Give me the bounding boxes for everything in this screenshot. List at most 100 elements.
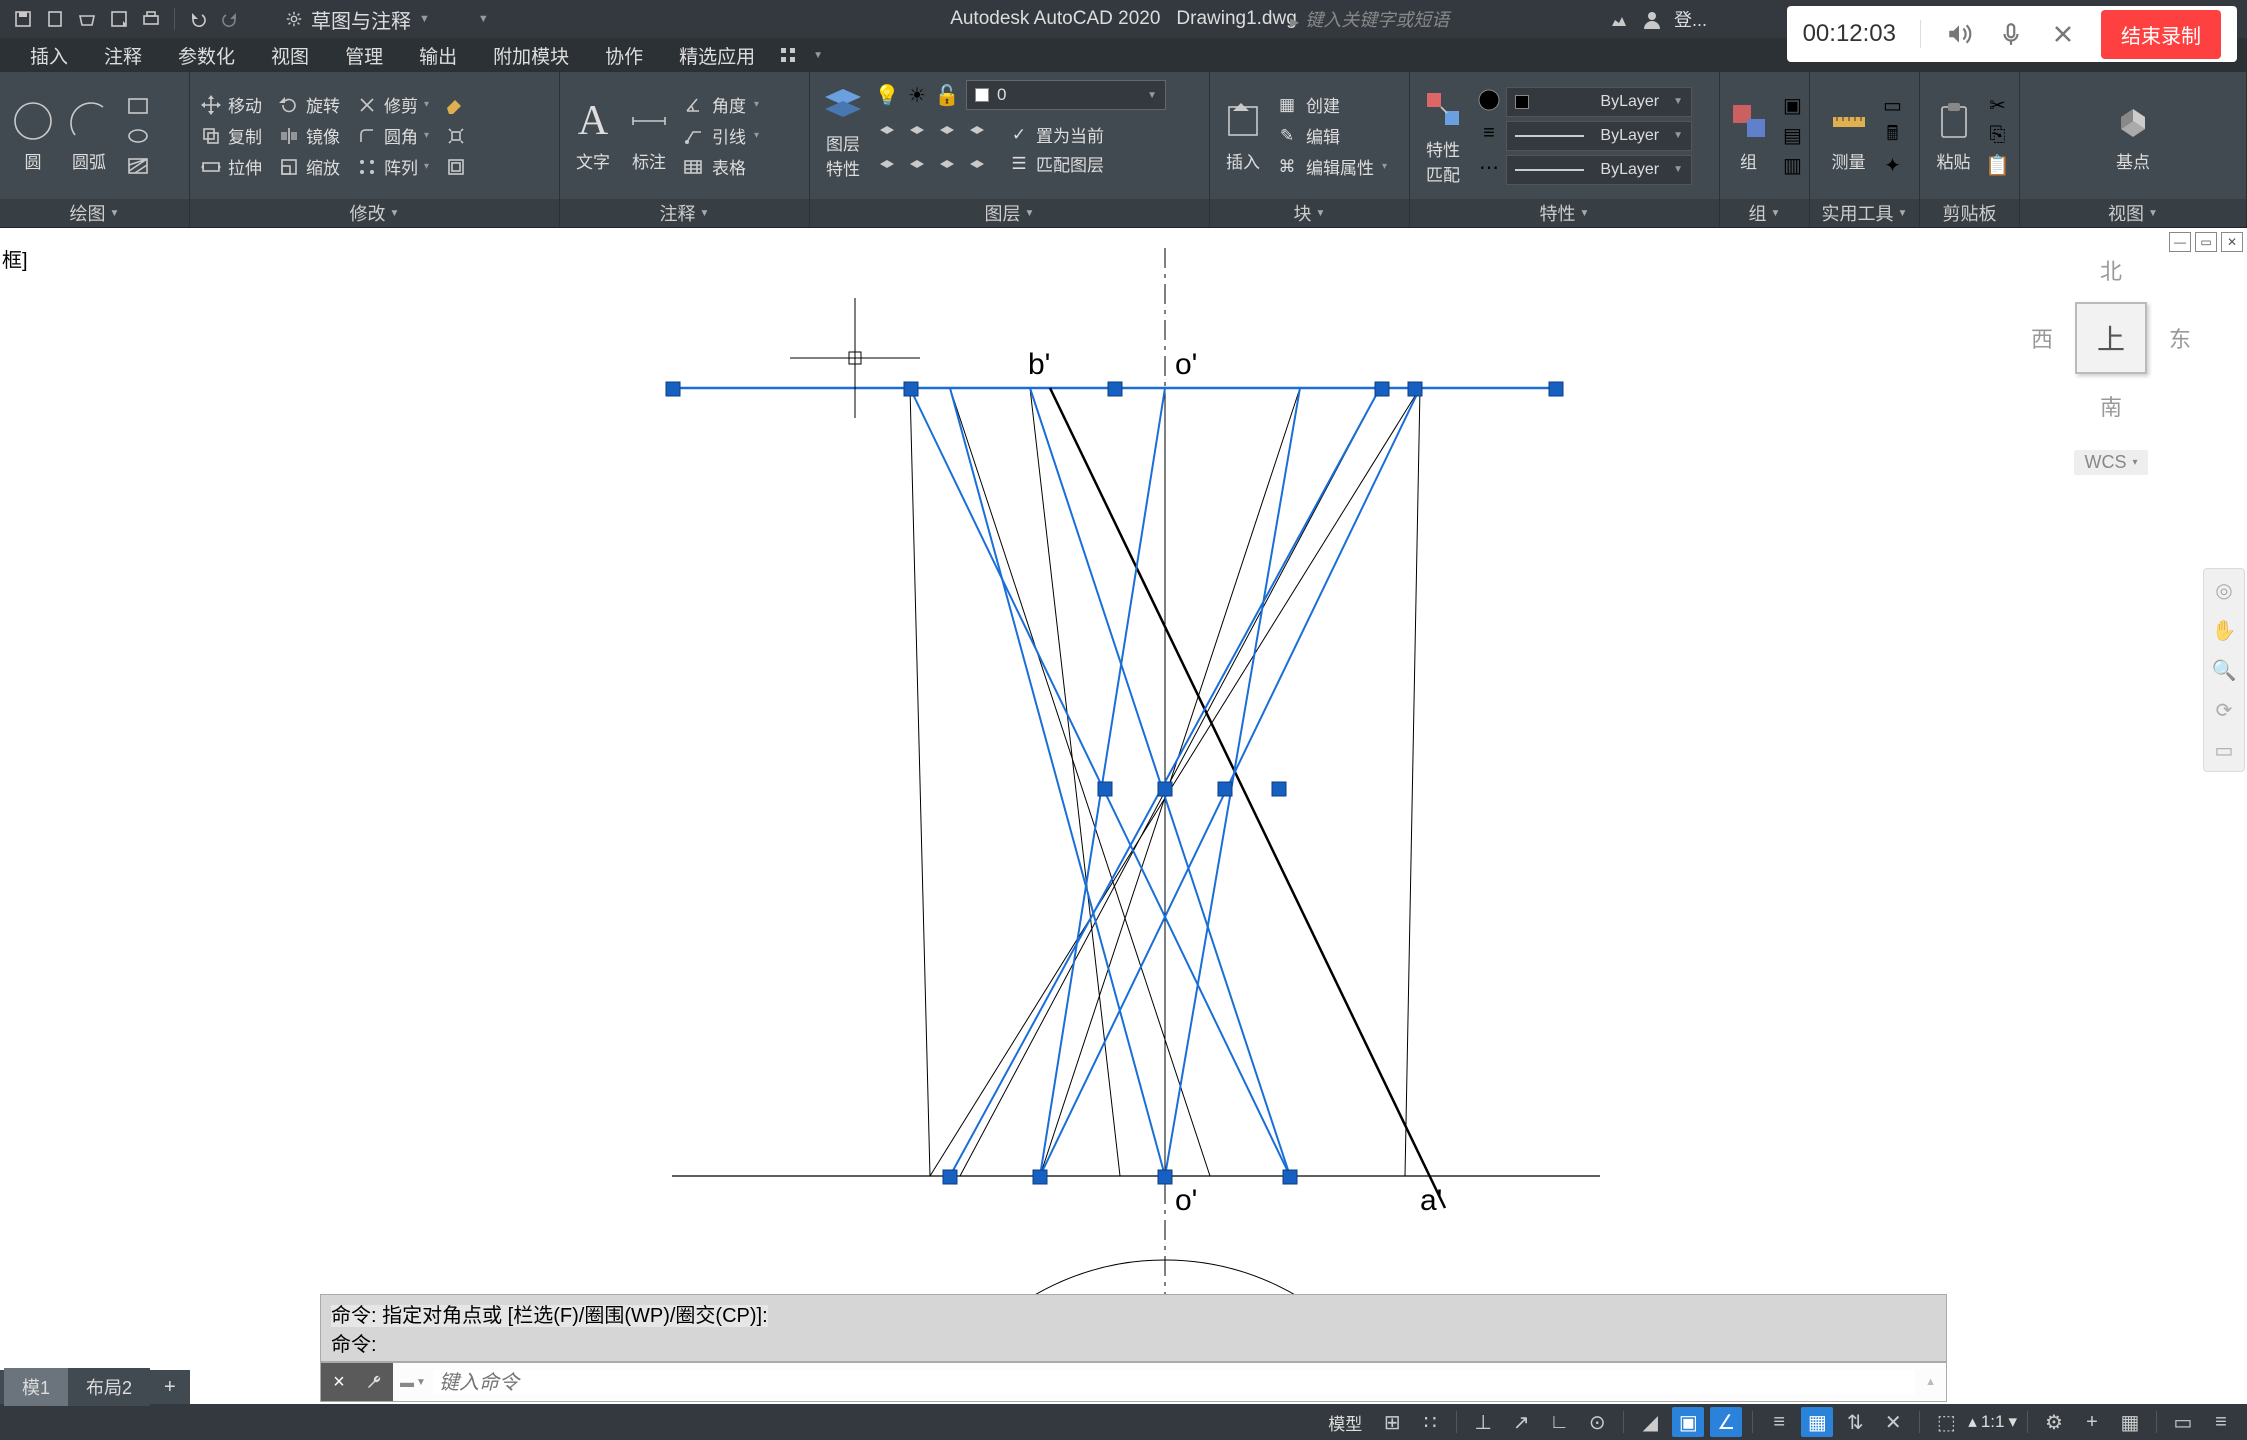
trim-button[interactable]: 修剪▾ (356, 92, 429, 117)
grid-toggle[interactable]: ⊞ (1376, 1407, 1408, 1437)
tab-layout1[interactable]: 布局2 (68, 1368, 150, 1406)
panel-groups-label[interactable]: 组▼ (1720, 199, 1809, 227)
lineweight-icon[interactable]: ≡ (1476, 121, 1502, 147)
selection-cycling-toggle[interactable]: ⇅ (1839, 1407, 1871, 1437)
menu-featured[interactable]: 精选应用 (661, 36, 773, 75)
showmotion-icon[interactable]: ▭ (2209, 735, 2239, 765)
measure-button[interactable]: 测量 (1826, 98, 1872, 173)
redo-icon[interactable] (217, 6, 243, 32)
undo-icon[interactable] (185, 6, 211, 32)
stretch-button[interactable]: 拉伸 (200, 154, 262, 179)
snap-toggle[interactable]: ∷ (1414, 1407, 1446, 1437)
zoom-extents-icon[interactable]: 🔍 (2209, 655, 2239, 685)
pan-icon[interactable]: ✋ (2209, 615, 2239, 645)
apps-icon[interactable] (779, 46, 797, 64)
layer-icon-8[interactable] (966, 156, 988, 178)
search-box[interactable]: 键入关键字或短语 (1290, 6, 1449, 32)
command-close-button[interactable]: × (321, 1363, 357, 1401)
annotation-visibility-toggle[interactable]: ⬚ (1930, 1407, 1962, 1437)
lineweight-dropdown[interactable]: ByLayer▼ (1506, 121, 1692, 151)
panel-view-label[interactable]: 视图▼ (2020, 199, 2246, 227)
user-icon[interactable] (1642, 9, 1662, 29)
leader-button[interactable]: 引线▾ (682, 123, 759, 148)
customization-button[interactable]: ≡ (2205, 1407, 2237, 1437)
infocenter-icon[interactable] (1608, 8, 1630, 30)
panel-utilities-label[interactable]: 实用工具▼ (1810, 199, 1919, 227)
viewcube-east[interactable]: 东 (2169, 322, 2191, 354)
paste-special-icon[interactable]: 📋 (1987, 155, 2009, 177)
cut-icon[interactable]: ✂ (1987, 95, 2009, 117)
edit-attr-button[interactable]: ⌘编辑属性▾ (1276, 154, 1387, 179)
calc-icon[interactable]: 🖩 (1882, 125, 1904, 147)
modelspace-button[interactable]: 模型 (1320, 1406, 1370, 1439)
layer-lock-icon[interactable]: 🔓 (936, 84, 958, 106)
tab-model[interactable]: 模1 (4, 1368, 68, 1406)
match-properties-button[interactable]: 特性 匹配 (1420, 86, 1466, 186)
microphone-icon[interactable] (1997, 20, 2025, 48)
select-icon[interactable]: ▭ (1882, 95, 1904, 117)
speaker-icon[interactable] (1945, 20, 1973, 48)
layer-bulb-icon[interactable]: 💡 (876, 84, 898, 106)
viewcube-north[interactable]: 北 (2100, 254, 2122, 286)
ungroup-icon[interactable]: ▣ (1782, 95, 1804, 117)
tab-add-button[interactable]: + (150, 1370, 190, 1405)
signin-label[interactable]: 登... (1674, 6, 1707, 32)
viewcube-south[interactable]: 南 (2100, 390, 2122, 422)
3dosnap-toggle[interactable]: ✕ (1877, 1407, 1909, 1437)
text-button[interactable]: A 文字 (570, 98, 616, 173)
close-recording-icon[interactable] (2049, 20, 2077, 48)
group-edit-icon[interactable]: ▤ (1782, 125, 1804, 147)
annotation-scale[interactable]: ▴ 1:1 ▾ (1968, 1412, 2017, 1432)
layer-icon-7[interactable] (936, 156, 958, 178)
ellipse-icon[interactable] (122, 123, 154, 149)
copy-clip-icon[interactable]: ⎘ (1987, 125, 2009, 147)
save-icon[interactable] (10, 6, 36, 32)
dimension-button[interactable]: 标注 (626, 98, 672, 173)
open-icon[interactable] (74, 6, 100, 32)
layer-icon-5[interactable] (876, 156, 898, 178)
arc-button[interactable]: 圆弧 (66, 98, 112, 173)
viewcube-top-face[interactable]: 上 (2075, 302, 2147, 374)
selection-grips[interactable] (666, 382, 1563, 1184)
command-customize-button[interactable] (357, 1363, 393, 1401)
layer-properties-button[interactable]: 图层 特性 (820, 80, 866, 180)
erase-button[interactable] (445, 92, 467, 117)
command-input[interactable] (433, 1370, 1915, 1394)
osnap-toggle[interactable]: ▣ (1672, 1407, 1704, 1437)
transparency-toggle[interactable]: ▦ (1801, 1407, 1833, 1437)
layer-sun-icon[interactable]: ☀ (906, 84, 928, 106)
lineweight-toggle[interactable]: ≡ (1763, 1407, 1795, 1437)
group-button[interactable]: 组 (1726, 98, 1772, 173)
otrack-toggle[interactable]: ∠ (1710, 1407, 1742, 1437)
panel-modify-label[interactable]: 修改▼ (190, 199, 559, 227)
linetype-dropdown[interactable]: ByLayer▼ (1506, 155, 1692, 185)
paste-button[interactable]: 粘贴 (1931, 98, 1977, 173)
rotate-button[interactable]: 旋转 (278, 92, 340, 117)
steering-wheel-icon[interactable]: ◎ (2209, 575, 2239, 605)
command-recent-button[interactable]: ▬ ▼ (393, 1374, 433, 1390)
rectangle-icon[interactable] (122, 93, 154, 119)
stop-recording-button[interactable]: 结束录制 (2101, 10, 2221, 59)
circle-button[interactable]: 圆 (10, 98, 56, 173)
isodraft-toggle[interactable]: ◢ (1634, 1407, 1666, 1437)
color-wheel-icon[interactable] (1476, 87, 1502, 113)
annotation-monitor[interactable]: + (2076, 1407, 2108, 1437)
menu-collaborate[interactable]: 协作 (587, 36, 661, 75)
copy-button[interactable]: 复制 (200, 123, 262, 148)
hatch-icon[interactable] (122, 153, 154, 179)
array-button[interactable]: 阵列▾ (356, 154, 429, 179)
insert-block-button[interactable]: 插入 (1220, 98, 1266, 173)
base-view-button[interactable]: 基点 (2110, 98, 2156, 173)
drawing-canvas[interactable]: 框] — ▭ ✕ b' o' o' a' (0, 228, 2247, 1368)
match-layer-button[interactable]: ☰匹配图层 (1008, 151, 1104, 176)
fillet-button[interactable]: 圆角▾ (356, 123, 429, 148)
units-toggle[interactable]: ▦ (2114, 1407, 2146, 1437)
color-dropdown[interactable]: ByLayer▼ (1506, 87, 1692, 117)
edit-block-button[interactable]: ✎编辑 (1276, 123, 1387, 148)
menu-annotate[interactable]: 注释 (86, 36, 160, 75)
ortho-toggle[interactable]: ∟ (1543, 1407, 1575, 1437)
layer-icon-4[interactable] (966, 122, 988, 144)
saveas-icon[interactable] (106, 6, 132, 32)
layer-icon-3[interactable] (936, 122, 958, 144)
quick-properties-toggle[interactable]: ▭ (2167, 1407, 2199, 1437)
